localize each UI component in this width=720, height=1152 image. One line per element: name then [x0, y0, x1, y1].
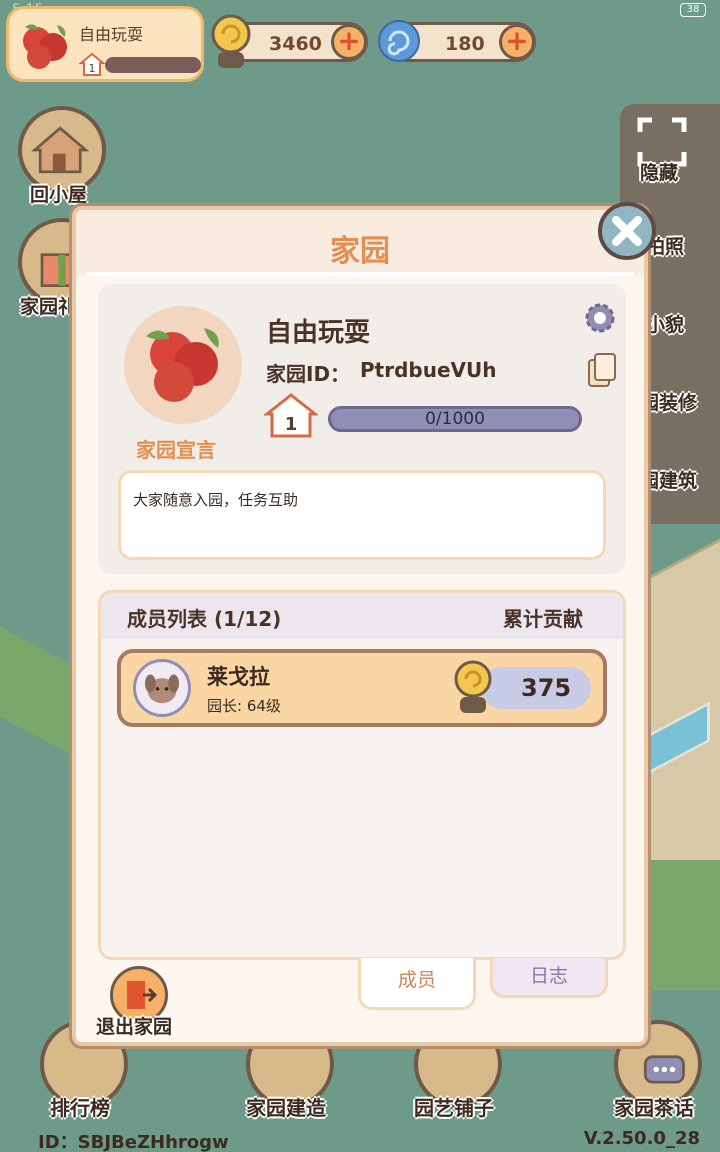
tab-members[interactable]: 成员 — [358, 958, 476, 1010]
gift-label: 家园礼 — [20, 296, 78, 318]
add-coins-button[interactable]: + — [331, 24, 367, 60]
homestead-name: 自由玩耍 — [266, 318, 371, 348]
homestead-info-card: 自由玩耍 家园ID： PtrdbueVUh 1 0/1000 家园宣言 大家随意… — [98, 284, 626, 574]
chat-label: 家园茶话 — [614, 1096, 694, 1120]
declaration-box[interactable]: 大家随意入园，任务互助 — [118, 470, 606, 560]
profile-name: 自由玩耍 — [79, 25, 144, 44]
swirl-gem-icon — [378, 20, 420, 62]
close-icon — [612, 216, 642, 246]
profile-exp-bar — [105, 57, 201, 73]
profile-level: 1 — [89, 62, 96, 75]
coin-count: 3460 — [269, 33, 322, 55]
game-version: V.2.50.0_28 — [583, 1128, 700, 1149]
declaration-text: 大家随意入园，任务互助 — [133, 491, 299, 509]
contribution-header: 累计贡献 — [503, 607, 583, 631]
members-header: 成员列表 (1/12) 累计贡献 — [101, 593, 623, 639]
members-title: 成员列表 (1/12) — [127, 607, 282, 631]
house-level-icon: 1 — [264, 393, 318, 438]
rose-avatar-icon — [23, 24, 67, 69]
appearance-label[interactable]: 小貌 — [646, 310, 684, 337]
home-label: 回小屋 — [30, 184, 88, 206]
build-label[interactable]: 园建筑 — [640, 466, 697, 493]
homestead-avatar[interactable] — [124, 306, 242, 424]
member-name: 莱戈拉 — [207, 665, 270, 689]
header-divider — [86, 272, 634, 276]
build-nav-label: 家园建造 — [246, 1096, 326, 1120]
rose-emblem-icon — [146, 328, 219, 402]
modal-header: 家园 — [76, 210, 644, 276]
homestead-id-label: 家园ID： — [266, 362, 351, 386]
snail-coin-icon — [454, 660, 492, 713]
gear-icon[interactable] — [582, 300, 618, 336]
declaration-label: 家园宣言 — [136, 438, 216, 462]
member-role: 园长: 64级 — [207, 697, 281, 715]
tab-log[interactable]: 日志 — [490, 958, 608, 998]
member-contribution: 375 — [521, 674, 572, 702]
homestead-level: 1 — [285, 414, 298, 435]
add-gems-button[interactable]: + — [499, 24, 535, 60]
garden-grass — [650, 860, 720, 990]
hide-label: 隐藏 — [640, 162, 679, 184]
close-button[interactable] — [598, 202, 656, 260]
homestead-id: PtrdbueVUh — [360, 358, 497, 382]
garden-grass — [0, 616, 70, 754]
modal-title: 家园 — [330, 234, 390, 269]
homestead-modal: 家园 自由玩耍 家园ID： PtrdbueVUh 1 0/1000 家园宣言 大… — [72, 206, 648, 1046]
member-avatar — [133, 659, 191, 717]
member-row[interactable]: 莱戈拉 园长: 64级 375 — [117, 649, 607, 727]
exp-bar: 0/1000 — [328, 406, 582, 432]
house-icon — [31, 126, 90, 174]
exit-homestead-label: 退出家园 — [96, 1016, 173, 1038]
battery-icon: 38 — [680, 3, 706, 17]
player-id: ID：SBJBeZHhrogw — [38, 1132, 229, 1152]
rank-label: 排行榜 — [50, 1096, 110, 1120]
gem-count: 180 — [445, 33, 485, 55]
shop-label: 园艺铺子 — [414, 1096, 494, 1120]
dog-avatar-icon — [144, 674, 180, 704]
copy-icon[interactable] — [586, 352, 618, 388]
members-card: 成员列表 (1/12) 累计贡献 莱戈拉 园长: 64级 375 — [98, 590, 626, 960]
profile-card[interactable]: 自由玩耍 1 — [6, 6, 204, 82]
decorate-label[interactable]: 园装修 — [640, 388, 697, 415]
contribution-pill: 375 — [481, 667, 591, 709]
snail-coin-icon — [211, 14, 251, 68]
house-level-icon: 1 — [79, 52, 105, 76]
